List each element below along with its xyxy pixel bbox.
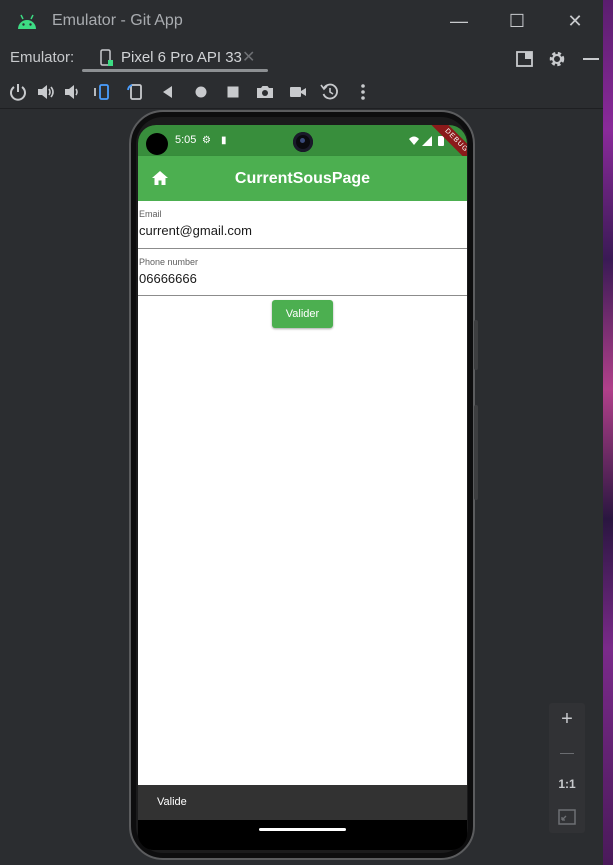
close-button[interactable]: ✕: [562, 8, 588, 34]
valider-button[interactable]: Valider: [272, 300, 333, 328]
power-key: [474, 320, 478, 370]
sd-card-icon: ▮: [221, 135, 227, 146]
emulator-label: Emulator:: [10, 49, 75, 66]
android-icon: [18, 14, 36, 29]
snapshot-icon[interactable]: [320, 82, 340, 102]
settings-status-icon: ⚙: [202, 135, 211, 146]
tab-close-icon[interactable]: ✕: [242, 47, 255, 67]
zoom-out-button[interactable]: —: [549, 738, 585, 766]
minimize-button[interactable]: —: [446, 8, 472, 34]
back-icon[interactable]: [158, 82, 178, 102]
front-camera: [146, 133, 168, 155]
volume-key: [474, 405, 478, 500]
gesture-handle[interactable]: [259, 828, 346, 831]
phone-field[interactable]: Phone number 06666666: [138, 249, 467, 296]
volume-down-icon[interactable]: [62, 82, 82, 102]
device-screen[interactable]: 5:05 ⚙ ▮ DEBUG CurrentSousPage Email cur…: [138, 125, 467, 850]
minimize-panel-icon[interactable]: [581, 49, 601, 69]
zoom-panel: + — 1:1: [549, 703, 585, 833]
page-title: CurrentSousPage: [234, 170, 371, 187]
zoom-in-button[interactable]: +: [549, 705, 585, 733]
email-value[interactable]: current@gmail.com: [139, 223, 252, 238]
title-bar: Emulator - Git App — ☐ ✕: [0, 0, 603, 42]
status-time: 5:05: [175, 134, 197, 146]
bottom-bar-label: Valide: [157, 796, 187, 808]
actual-size-button[interactable]: 1:1: [549, 770, 585, 798]
emulator-window: Emulator - Git App — ☐ ✕ Emulator: Pixel…: [0, 0, 603, 865]
rotate-left-icon[interactable]: [92, 82, 112, 102]
camera-icon[interactable]: [255, 82, 275, 102]
desktop-background: [603, 0, 613, 865]
signal-icons: [409, 136, 444, 146]
layout-icon[interactable]: [515, 49, 535, 69]
phone-label: Phone number: [139, 257, 199, 267]
app-bar: CurrentSousPage: [138, 156, 467, 201]
settings-gear-icon[interactable]: [547, 49, 567, 69]
fit-screen-icon[interactable]: [558, 809, 576, 825]
emulator-toolbar: [0, 74, 603, 109]
video-icon[interactable]: [288, 82, 308, 102]
page-body: Email current@gmail.com Phone number 066…: [138, 201, 467, 785]
bottom-bar: Valide: [138, 785, 467, 820]
tab-label: Pixel 6 Pro API 33: [121, 49, 242, 66]
email-label: Email: [139, 209, 162, 219]
email-field[interactable]: Email current@gmail.com: [138, 201, 467, 249]
window-title: Emulator - Git App: [52, 12, 183, 29]
phone-value[interactable]: 06666666: [139, 271, 197, 286]
status-bar: 5:05 ⚙ ▮ DEBUG: [138, 125, 467, 170]
navigation-bar: [138, 820, 467, 850]
power-icon[interactable]: [8, 82, 28, 102]
volume-up-icon[interactable]: [36, 82, 56, 102]
tab-selected-indicator: [82, 69, 268, 72]
punch-hole-camera: [293, 132, 313, 152]
home-icon[interactable]: [191, 82, 211, 102]
more-icon[interactable]: [353, 82, 373, 102]
device-icon: [100, 49, 113, 66]
overview-icon[interactable]: [223, 82, 243, 102]
maximize-button[interactable]: ☐: [504, 8, 530, 34]
rotate-right-icon[interactable]: [126, 82, 146, 102]
